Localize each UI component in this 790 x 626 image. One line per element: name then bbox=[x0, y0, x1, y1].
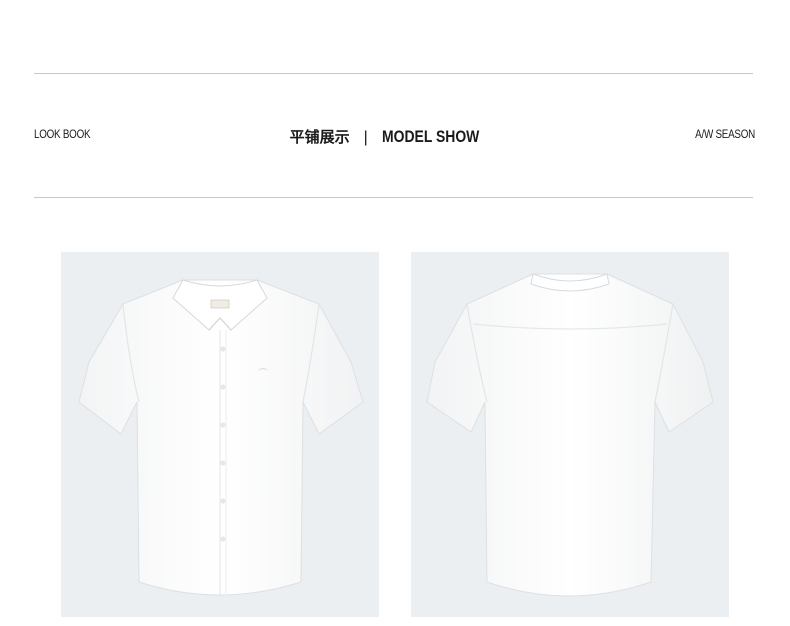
title-separator: | bbox=[363, 129, 368, 146]
shirt-front-photo bbox=[61, 252, 379, 617]
section-title-en: MODEL SHOW bbox=[381, 127, 480, 146]
section-title-zh: 平铺展示 bbox=[289, 128, 350, 146]
section-title: 平铺展示 | MODEL SHOW bbox=[0, 126, 790, 147]
shirt-back-icon bbox=[426, 273, 714, 597]
season-label: A/W SEASON bbox=[695, 127, 755, 141]
top-divider bbox=[34, 73, 753, 74]
bottom-divider bbox=[34, 197, 753, 198]
shirt-front-icon bbox=[78, 279, 364, 597]
shirt-back-photo bbox=[411, 252, 729, 617]
